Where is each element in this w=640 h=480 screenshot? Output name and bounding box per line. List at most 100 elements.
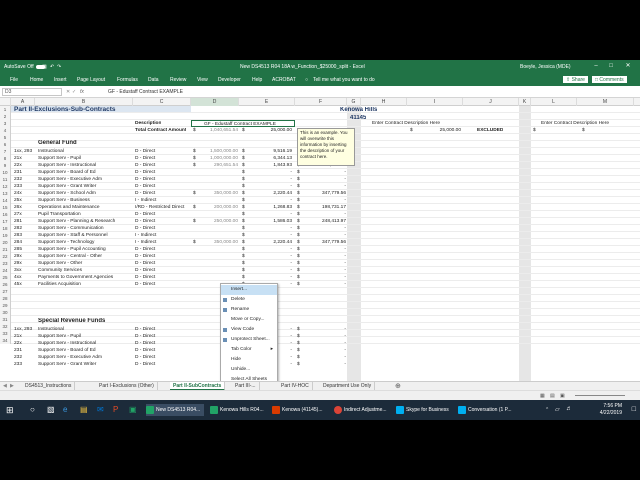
function-description[interactable]: Support Serv - Technology xyxy=(38,239,133,246)
taskbar-item-pdf[interactable]: Kenowa (41145)... xyxy=(272,404,330,416)
function-description[interactable]: Support Serv - Communication xyxy=(38,225,133,232)
excluded-amount[interactable]: 6,344.13 xyxy=(250,155,292,162)
remaining-amount[interactable]: - xyxy=(302,169,346,176)
row-header[interactable]: 8 xyxy=(0,155,11,162)
function-code[interactable]: 4xx xyxy=(14,274,34,281)
excluded-amount[interactable]: 9,516.19 xyxy=(250,148,292,155)
column-header-l[interactable]: L xyxy=(531,98,577,106)
zoom-slider[interactable] xyxy=(575,395,625,396)
close-icon[interactable]: ✕ xyxy=(622,62,634,71)
menu-unprotect-sheet[interactable]: Unprotect Sheet... xyxy=(221,335,277,345)
cost-type[interactable]: D - Direct xyxy=(135,274,191,281)
cost-type[interactable]: D - Direct xyxy=(135,260,191,267)
excluded-amount[interactable]: - xyxy=(250,260,292,267)
taskbar-item-skype[interactable]: Skype for Business xyxy=(396,404,454,416)
row-header[interactable]: 15 xyxy=(0,204,11,211)
function-description[interactable]: Support Serv - Business xyxy=(38,197,133,204)
function-description[interactable]: Pupil Transportation xyxy=(38,211,133,218)
function-code[interactable]: 22x xyxy=(14,162,34,169)
function-code[interactable]: 231 xyxy=(14,347,34,354)
row-header[interactable]: 34 xyxy=(0,337,11,344)
add-sheet-icon[interactable]: ⊕ xyxy=(395,382,401,390)
menu-tab-color[interactable]: Tab Color ▸ xyxy=(221,345,277,355)
function-code[interactable]: 3xx xyxy=(14,267,34,274)
function-code[interactable]: 21x xyxy=(14,333,34,340)
excluded-amount[interactable]: 2,220.44 xyxy=(250,190,292,197)
function-description[interactable]: Facilities Acquisition xyxy=(38,281,133,288)
tray-chevron-icon[interactable]: ⌃ xyxy=(545,407,549,413)
cost-type[interactable]: D - Direct xyxy=(135,347,191,354)
menu-data[interactable]: Data xyxy=(148,77,159,83)
remaining-amount[interactable]: - xyxy=(302,274,346,281)
task-view-icon[interactable]: ▧ xyxy=(47,405,55,414)
cost-type[interactable]: D - Direct xyxy=(135,176,191,183)
function-code[interactable]: 282 xyxy=(14,225,34,232)
function-description[interactable]: Support Serv - Other xyxy=(38,260,133,267)
undo-icon[interactable]: ↶ xyxy=(50,64,54,70)
cost-type[interactable]: I - Indirect xyxy=(135,232,191,239)
taskbar-item-chrome[interactable]: Indirect Adjustme... xyxy=(334,404,392,416)
function-description[interactable]: Support Serv - Pupil xyxy=(38,333,133,340)
row-header[interactable]: 9 xyxy=(0,162,11,169)
remaining-amount[interactable]: - xyxy=(302,281,346,288)
row-header[interactable]: 5 xyxy=(0,134,11,141)
remaining-amount[interactable]: - xyxy=(302,260,346,267)
function-code[interactable]: 285 xyxy=(14,246,34,253)
cost-type[interactable]: D - Direct xyxy=(135,354,191,361)
column-header-a[interactable]: A xyxy=(11,98,35,106)
remaining-amount[interactable]: 347,779.56 xyxy=(302,190,346,197)
cost-type[interactable]: D - Direct xyxy=(135,281,191,288)
contract-amount[interactable]: 350,000.00 xyxy=(200,239,238,246)
function-code[interactable]: 232 xyxy=(14,176,34,183)
excluded-amount[interactable]: - xyxy=(250,176,292,183)
row-header[interactable]: 33 xyxy=(0,330,11,337)
amount-i[interactable]: 25,000.00 xyxy=(416,127,461,134)
menu-hide[interactable]: Hide xyxy=(221,355,277,365)
function-code[interactable]: 25x xyxy=(14,197,34,204)
remaining-amount[interactable]: - xyxy=(302,354,346,361)
remaining-amount[interactable]: - xyxy=(302,347,346,354)
function-description[interactable]: Support Serv - Board of Ed xyxy=(38,169,133,176)
function-description[interactable]: Support Serv - Instructional xyxy=(38,340,133,347)
user-name[interactable]: Boeyle, Jessica (MDE) xyxy=(520,64,571,70)
menu-insert[interactable]: Insert xyxy=(54,77,67,83)
function-code[interactable]: 24x xyxy=(14,190,34,197)
function-code[interactable]: 26x xyxy=(14,204,34,211)
function-description[interactable]: Support Serv - Staff & Personnel xyxy=(38,232,133,239)
tell-me-input[interactable]: Tell me what you want to do xyxy=(313,77,375,83)
column-header-d[interactable]: D xyxy=(191,98,239,106)
row-header[interactable]: 3 xyxy=(0,120,11,127)
contract-amount[interactable]: 350,000.00 xyxy=(200,190,238,197)
function-code[interactable]: 29x xyxy=(14,260,34,267)
function-description[interactable]: Support Serv - Central - Other xyxy=(38,253,133,260)
column-header-i[interactable]: I xyxy=(407,98,463,106)
redo-icon[interactable]: ↷ xyxy=(57,64,61,70)
column-header-c[interactable]: C xyxy=(133,98,191,106)
row-header[interactable]: 21 xyxy=(0,246,11,253)
row-header[interactable]: 20 xyxy=(0,239,11,246)
function-code[interactable]: 283 xyxy=(14,232,34,239)
row-header[interactable]: 19 xyxy=(0,232,11,239)
excluded-amount[interactable]: - xyxy=(250,183,292,190)
search-icon[interactable]: ○ xyxy=(30,405,35,414)
remaining-amount[interactable]: - xyxy=(302,246,346,253)
cost-type[interactable]: D - Direct xyxy=(135,246,191,253)
contract-amount[interactable]: 25,000.00 xyxy=(250,127,292,134)
remaining-amount[interactable]: - xyxy=(302,253,346,260)
column-header-j[interactable]: J xyxy=(463,98,519,106)
normal-view-icon[interactable]: ▦ xyxy=(540,393,545,399)
remaining-amount[interactable]: - xyxy=(302,333,346,340)
remaining-amount[interactable]: 198,731.17 xyxy=(302,204,346,211)
contract-total[interactable]: 1,040,651.54 xyxy=(200,127,238,134)
menu-file[interactable]: File xyxy=(10,77,18,83)
function-code[interactable]: 232 xyxy=(14,354,34,361)
menu-view-code[interactable]: View Code xyxy=(221,325,277,335)
cost-type[interactable]: D - Direct xyxy=(135,333,191,340)
column-header-e[interactable]: E xyxy=(239,98,295,106)
function-description[interactable]: Support Serv - Pupil Accounting xyxy=(38,246,133,253)
cost-type[interactable]: I - Indirect xyxy=(135,197,191,204)
function-description[interactable]: Operations and Maintenance xyxy=(38,204,133,211)
row-header[interactable]: 25 xyxy=(0,274,11,281)
function-code[interactable]: 21x xyxy=(14,155,34,162)
function-code[interactable]: 22x xyxy=(14,340,34,347)
